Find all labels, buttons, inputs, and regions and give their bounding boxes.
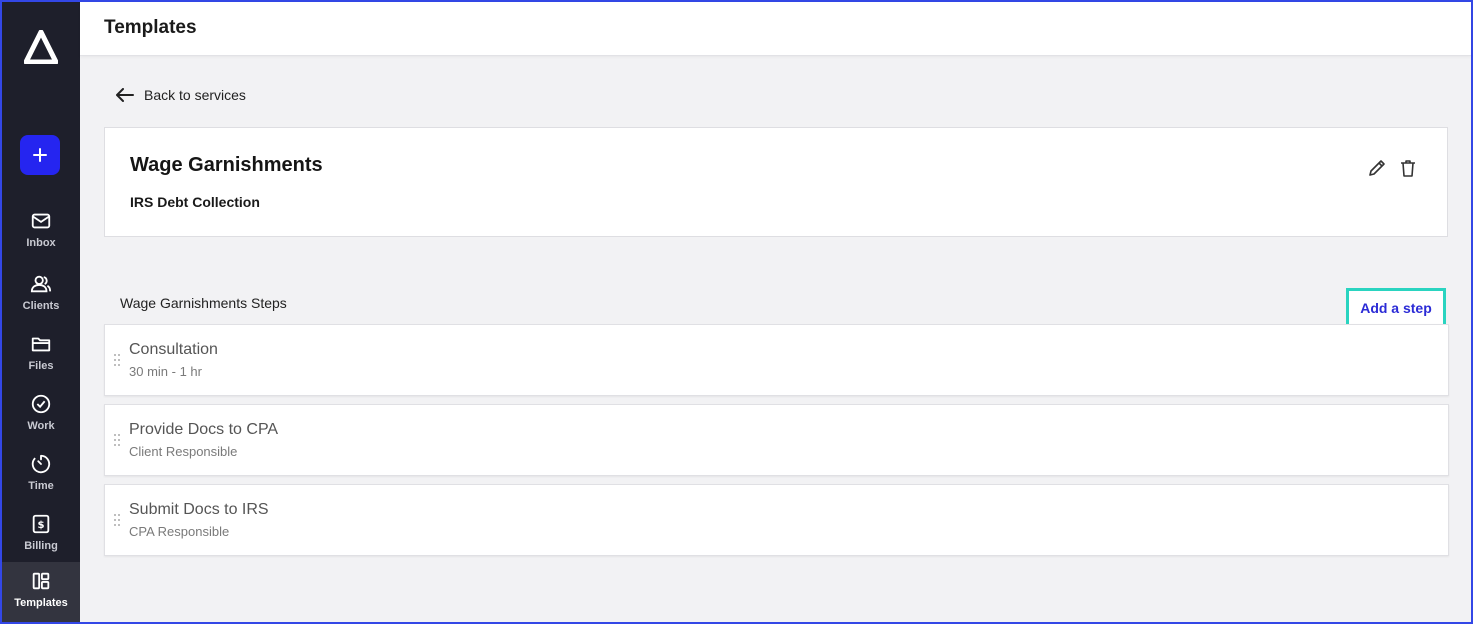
nav-label: Templates (14, 597, 68, 609)
drag-handle-icon[interactable] (113, 353, 121, 367)
nav-label: Time (28, 480, 54, 492)
nav-label: Billing (24, 540, 58, 552)
clock-icon (31, 454, 51, 474)
drag-handle-icon[interactable] (113, 513, 121, 527)
templates-icon (32, 572, 50, 590)
back-to-services-link[interactable]: Back to services (116, 87, 246, 103)
step-title: Provide Docs to CPA (129, 421, 279, 438)
mail-icon (31, 213, 51, 229)
nav-item-time[interactable]: Time (2, 445, 80, 505)
back-label: Back to services (144, 87, 246, 103)
check-circle-icon (31, 394, 51, 414)
app-logo[interactable] (23, 29, 59, 65)
step-detail: Client Responsible (129, 444, 238, 459)
create-new-button[interactable] (20, 135, 60, 175)
nav-label: Work (27, 420, 55, 432)
nav-item-clients[interactable]: Clients (2, 265, 80, 325)
service-category: IRS Debt Collection (130, 194, 260, 210)
nav-item-work[interactable]: Work (2, 385, 80, 445)
steps-section-title: Wage Garnishments Steps (120, 295, 287, 311)
step-detail: 30 min - 1 hr (129, 364, 202, 379)
nav-item-files[interactable]: Files (2, 325, 80, 385)
step-item[interactable]: Provide Docs to CPA Client Responsible (104, 404, 1449, 476)
plus-icon (33, 148, 47, 162)
add-step-button[interactable]: Add a step (1346, 288, 1446, 328)
edit-button[interactable] (1367, 158, 1387, 178)
nav-item-billing[interactable]: $ Billing (2, 505, 80, 565)
service-name: Wage Garnishments (130, 154, 323, 176)
service-card: Wage Garnishments IRS Debt Collection (104, 127, 1448, 237)
step-title: Consultation (129, 341, 218, 358)
page-title: Templates (104, 17, 197, 38)
top-bar: Templates (80, 2, 1471, 56)
nav-item-inbox[interactable]: Inbox (2, 202, 80, 262)
step-item[interactable]: Consultation 30 min - 1 hr (104, 324, 1449, 396)
pencil-icon (1369, 160, 1385, 176)
drag-handle-icon[interactable] (113, 433, 121, 447)
delete-button[interactable] (1398, 158, 1418, 178)
nav-item-templates[interactable]: Templates (2, 562, 80, 622)
nav-label: Files (28, 360, 54, 372)
sidebar: Inbox Clients Files Work Time $ Billing … (2, 2, 80, 622)
step-detail: CPA Responsible (129, 524, 230, 539)
step-item[interactable]: Submit Docs to IRS CPA Responsible (104, 484, 1449, 556)
nav-label: Clients (22, 300, 60, 312)
step-title: Submit Docs to IRS (129, 501, 269, 518)
users-icon (30, 275, 52, 293)
folder-icon (31, 337, 51, 352)
dollar-icon: $ (32, 514, 50, 534)
nav-label: Inbox (26, 237, 56, 249)
trash-icon (1401, 160, 1415, 177)
arrow-left-icon (116, 88, 134, 102)
svg-text:$: $ (37, 520, 44, 531)
